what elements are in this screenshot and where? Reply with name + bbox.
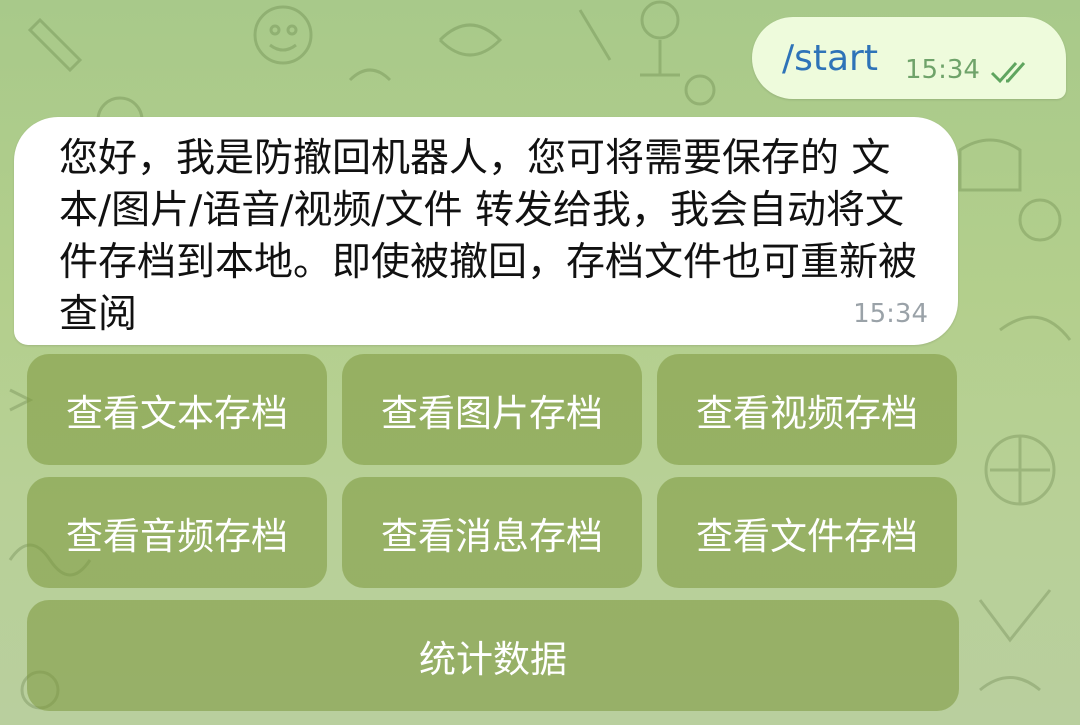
double-check-icon: [990, 62, 1026, 84]
video-archive-button-label: 查看视频存档: [696, 391, 918, 435]
text-archive-button-label: 查看文本存档: [66, 391, 288, 435]
image-archive-button-label: 查看图片存档: [381, 391, 603, 435]
incoming-message-text: 您好，我是防撤回机器人，您可将需要保存的 文本/图片/语音/视频/文件 转发给我…: [59, 136, 918, 337]
incoming-message-bubble[interactable]: 您好，我是防撤回机器人，您可将需要保存的 文本/图片/语音/视频/文件 转发给我…: [14, 117, 958, 345]
audio-archive-button-label: 查看音频存档: [66, 514, 288, 558]
outgoing-message-bubble[interactable]: /start 15:34: [752, 17, 1066, 99]
file-archive-button[interactable]: 查看文件存档: [657, 477, 957, 588]
incoming-message-time: 15:34: [853, 299, 928, 329]
message-archive-button[interactable]: 查看消息存档: [342, 477, 642, 588]
file-archive-button-label: 查看文件存档: [696, 514, 918, 558]
start-command-link[interactable]: /start: [782, 38, 878, 79]
image-archive-button[interactable]: 查看图片存档: [342, 354, 642, 465]
message-archive-button-label: 查看消息存档: [381, 514, 603, 558]
text-archive-button[interactable]: 查看文本存档: [27, 354, 327, 465]
statistics-button[interactable]: 统计数据: [27, 600, 959, 711]
statistics-button-label: 统计数据: [419, 637, 567, 681]
video-archive-button[interactable]: 查看视频存档: [657, 354, 957, 465]
outgoing-message-time: 15:34: [905, 55, 980, 85]
audio-archive-button[interactable]: 查看音频存档: [27, 477, 327, 588]
